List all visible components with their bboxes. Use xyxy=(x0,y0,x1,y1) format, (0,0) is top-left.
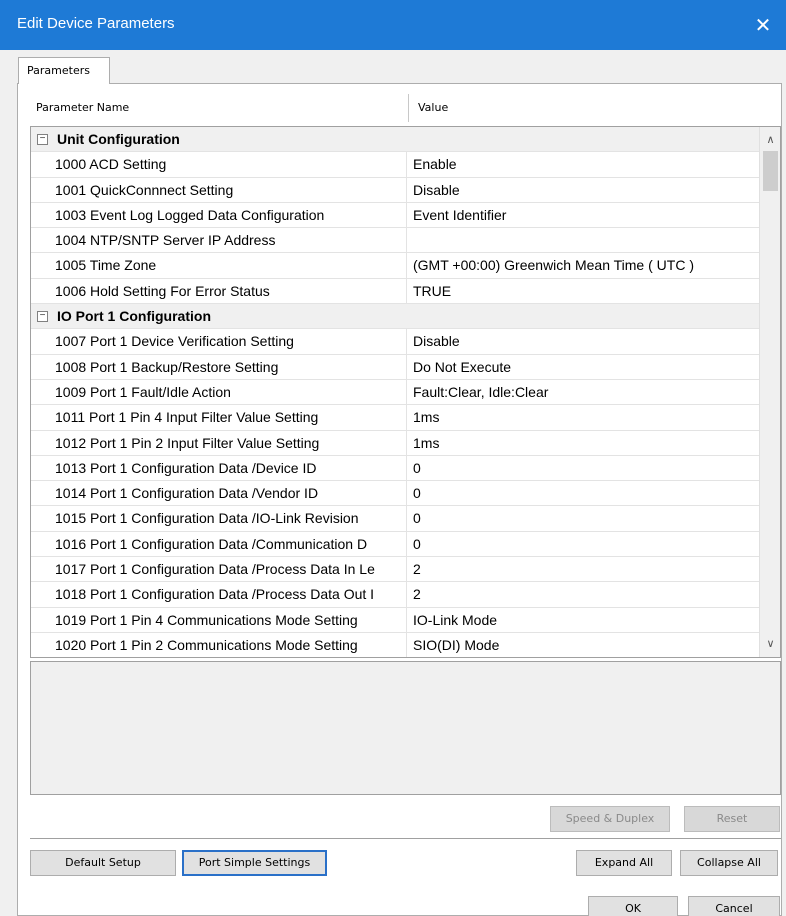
parameter-grid: − Unit Configuration 1000 ACD Setting Enabl… xyxy=(30,126,781,658)
port-simple-settings-button[interactable]: Port Simple Settings xyxy=(182,850,327,876)
parameter-value[interactable]: Fault:Clear, Idle:Clear xyxy=(413,380,759,404)
parameter-name: 1016 Port 1 Configuration Data /Communic… xyxy=(55,531,407,557)
parameter-name: 1018 Port 1 Configuration Data /Process … xyxy=(55,582,407,607)
collapse-icon[interactable]: − xyxy=(37,134,48,145)
category-label: Unit Configuration xyxy=(57,131,180,147)
parameter-row[interactable]: 1008 Port 1 Backup/Restore Setting Do Not… xyxy=(31,354,759,380)
ok-button[interactable]: OK xyxy=(588,896,678,916)
parameter-value[interactable] xyxy=(413,228,759,252)
parameter-row[interactable]: 1009 Port 1 Fault/Idle Action Fault:Clear… xyxy=(31,379,759,406)
column-header-value[interactable]: Value xyxy=(418,101,448,114)
parameter-row[interactable]: 1020 Port 1 Pin 2 Communications Mode Se… xyxy=(31,632,759,657)
window-title: Edit Device Parameters xyxy=(17,15,175,32)
parameter-value[interactable]: 2 xyxy=(413,582,759,606)
scroll-up-icon[interactable]: ∧ xyxy=(760,131,780,149)
parameter-row[interactable]: 1014 Port 1 Configuration Data /Vendor I… xyxy=(31,481,759,507)
parameter-value[interactable]: SIO(DI) Mode xyxy=(413,633,759,657)
parameter-row[interactable]: 1004 NTP/SNTP Server IP Address xyxy=(31,228,759,254)
parameter-name: 1011 Port 1 Pin 4 Input Filter Value Set… xyxy=(55,405,407,430)
tab-parameters[interactable]: Parameters xyxy=(18,57,110,84)
parameter-row[interactable]: 1007 Port 1 Device Verification Setting D… xyxy=(31,329,759,355)
parameter-name: 1012 Port 1 Pin 2 Input Filter Value Set… xyxy=(55,430,407,455)
speed-duplex-button[interactable]: Speed & Duplex xyxy=(550,806,670,832)
parameter-row[interactable]: 1000 ACD Setting Enable xyxy=(31,152,759,178)
parameter-value[interactable]: 0 xyxy=(413,481,759,505)
parameter-rows: − Unit Configuration 1000 ACD Setting Enabl… xyxy=(31,127,759,657)
parameter-row[interactable]: 1018 Port 1 Configuration Data /Process … xyxy=(31,582,759,608)
category-row[interactable]: − Unit Configuration xyxy=(31,127,759,153)
title-bar: Edit Device Parameters ✕ xyxy=(0,0,786,50)
parameter-value[interactable]: IO-Link Mode xyxy=(413,608,759,632)
default-setup-button[interactable]: Default Setup xyxy=(30,850,176,876)
parameter-value[interactable]: 0 xyxy=(413,532,759,556)
parameter-value[interactable]: (GMT +00:00) Greenwich Mean Time ( UTC ) xyxy=(413,253,759,277)
parameter-name: 1000 ACD Setting xyxy=(55,152,407,177)
vertical-scrollbar[interactable]: ∧ ∨ xyxy=(759,127,780,657)
parameter-value[interactable]: Disable xyxy=(413,329,759,353)
parameter-name: 1019 Port 1 Pin 4 Communications Mode Se… xyxy=(55,607,407,632)
parameter-value[interactable]: Disable xyxy=(413,178,759,202)
parameter-row[interactable]: 1011 Port 1 Pin 4 Input Filter Value Set… xyxy=(31,405,759,431)
parameter-name: 1014 Port 1 Configuration Data /Vendor I… xyxy=(55,481,407,506)
parameter-row[interactable]: 1005 Time Zone (GMT +00:00) Greenwich Mea… xyxy=(31,253,759,279)
parameter-value[interactable]: TRUE xyxy=(413,279,759,303)
category-label: IO Port 1 Configuration xyxy=(57,308,211,325)
parameter-name: 1008 Port 1 Backup/Restore Setting xyxy=(55,354,407,379)
collapse-all-button[interactable]: Collapse All xyxy=(680,850,778,876)
parameter-row[interactable]: 1003 Event Log Logged Data Configuration… xyxy=(31,202,759,229)
parameter-name: 1009 Port 1 Fault/Idle Action xyxy=(55,379,407,405)
parameter-name: 1001 QuickConnnect Setting xyxy=(55,177,407,202)
reset-button[interactable]: Reset xyxy=(684,806,780,832)
scroll-down-icon[interactable]: ∨ xyxy=(760,635,780,653)
close-icon[interactable]: ✕ xyxy=(740,0,786,50)
parameter-value[interactable]: 2 xyxy=(413,557,759,581)
parameter-value[interactable]: 0 xyxy=(413,456,759,480)
grid-header: Parameter Name Value xyxy=(30,90,780,126)
parameter-value[interactable]: Do Not Execute xyxy=(413,355,759,379)
parameter-value[interactable]: Event Identifier xyxy=(413,203,759,227)
expand-all-button[interactable]: Expand All xyxy=(576,850,672,876)
parameter-row[interactable]: 1015 Port 1 Configuration Data /IO-Link … xyxy=(31,506,759,532)
parameter-row[interactable]: 1019 Port 1 Pin 4 Communications Mode Se… xyxy=(31,607,759,633)
parameter-name: 1007 Port 1 Device Verification Setting xyxy=(55,329,407,354)
parameter-value[interactable]: 1ms xyxy=(413,405,759,429)
collapse-icon[interactable]: − xyxy=(37,311,48,323)
description-panel xyxy=(30,661,781,795)
category-row[interactable]: − IO Port 1 Configuration xyxy=(31,304,759,330)
parameter-name: 1005 Time Zone xyxy=(55,253,407,278)
parameter-value[interactable]: Enable xyxy=(413,152,759,176)
column-header-name[interactable]: Parameter Name xyxy=(36,101,129,114)
divider xyxy=(30,838,781,840)
scrollbar-thumb[interactable] xyxy=(763,151,778,191)
parameter-name: 1017 Port 1 Configuration Data /Process … xyxy=(55,557,407,582)
parameter-row[interactable]: 1017 Port 1 Configuration Data /Process … xyxy=(31,557,759,583)
parameter-row[interactable]: 1016 Port 1 Configuration Data /Communic… xyxy=(31,531,759,558)
parameter-name: 1020 Port 1 Pin 2 Communications Mode Se… xyxy=(55,632,407,657)
parameter-name: 1013 Port 1 Configuration Data /Device I… xyxy=(55,455,407,481)
parameter-name: 1003 Event Log Logged Data Configuration xyxy=(55,202,407,228)
parameter-name: 1004 NTP/SNTP Server IP Address xyxy=(55,228,407,253)
parameter-row[interactable]: 1012 Port 1 Pin 2 Input Filter Value Set… xyxy=(31,430,759,456)
parameter-row[interactable]: 1001 QuickConnnect Setting Disable xyxy=(31,177,759,203)
parameter-value[interactable]: 0 xyxy=(413,506,759,530)
parameter-row[interactable]: 1006 Hold Setting For Error Status TRUE xyxy=(31,278,759,305)
parameter-name: 1015 Port 1 Configuration Data /IO-Link … xyxy=(55,506,407,531)
column-separator[interactable] xyxy=(408,94,409,122)
parameter-value[interactable]: 1ms xyxy=(413,431,759,455)
parameter-name: 1006 Hold Setting For Error Status xyxy=(55,278,407,304)
cancel-button[interactable]: Cancel xyxy=(688,896,780,916)
parameter-row[interactable]: 1013 Port 1 Configuration Data /Device I… xyxy=(31,455,759,482)
